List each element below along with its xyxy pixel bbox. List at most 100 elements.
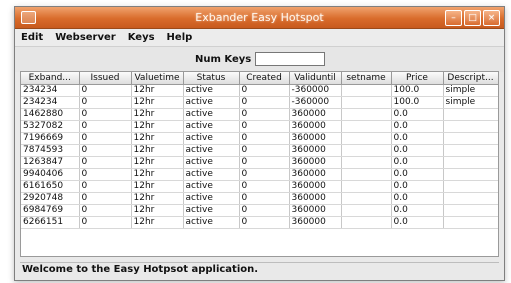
table-cell[interactable]: 0 xyxy=(239,132,290,145)
table-cell[interactable]: 0 xyxy=(239,180,290,193)
table-cell[interactable]: 6266151 xyxy=(21,216,80,229)
table-cell[interactable] xyxy=(341,108,392,121)
table-cell[interactable]: active xyxy=(183,204,240,217)
table-row[interactable]: 7196669 0 12hr active 0 360000 0.0 xyxy=(21,132,498,145)
table-row[interactable]: 6984769 0 12hr active 0 360000 0.0 xyxy=(21,204,498,217)
table-cell[interactable]: active xyxy=(183,180,240,193)
table-cell[interactable]: 0 xyxy=(239,108,290,121)
table-cell[interactable]: 12hr xyxy=(131,132,184,145)
table-cell[interactable]: active xyxy=(183,84,240,97)
table-cell[interactable]: 0 xyxy=(79,216,132,229)
table-cell[interactable]: active xyxy=(183,120,240,133)
table-cell[interactable]: 0 xyxy=(239,156,290,169)
table-cell[interactable]: 1263847 xyxy=(21,156,80,169)
table-cell[interactable]: active xyxy=(183,108,240,121)
table-cell[interactable] xyxy=(341,96,392,109)
table-cell[interactable]: 360000 xyxy=(289,108,342,121)
table-cell[interactable]: active xyxy=(183,192,240,205)
table-cell[interactable]: simple xyxy=(443,84,498,97)
table-cell[interactable]: 0.0 xyxy=(391,120,444,133)
table-cell[interactable]: 0 xyxy=(239,192,290,205)
table-cell[interactable] xyxy=(443,132,498,145)
column-header[interactable]: Issued xyxy=(79,72,132,85)
table-cell[interactable]: 0 xyxy=(239,168,290,181)
column-header[interactable]: Validuntil xyxy=(289,72,342,85)
table-cell[interactable]: 12hr xyxy=(131,192,184,205)
table-cell[interactable]: 0 xyxy=(79,180,132,193)
table-row[interactable]: 9940406 0 12hr active 0 360000 0.0 xyxy=(21,168,498,181)
table-cell[interactable]: 7874593 xyxy=(21,144,80,157)
table-cell[interactable]: 0 xyxy=(79,132,132,145)
menu-help[interactable]: Help xyxy=(167,32,193,43)
table-cell[interactable]: 9940406 xyxy=(21,168,80,181)
table-cell[interactable]: 6161650 xyxy=(21,180,80,193)
menu-keys[interactable]: Keys xyxy=(128,32,155,43)
table-cell[interactable]: -360000 xyxy=(289,84,342,97)
table-row[interactable]: 7874593 0 12hr active 0 360000 0.0 xyxy=(21,144,498,157)
table-cell[interactable]: 360000 xyxy=(289,180,342,193)
table-cell[interactable]: 12hr xyxy=(131,96,184,109)
table-row[interactable]: 5327082 0 12hr active 0 360000 0.0 xyxy=(21,120,498,133)
table-cell[interactable]: 0 xyxy=(239,120,290,133)
table-cell[interactable] xyxy=(341,192,392,205)
table-cell[interactable]: 0 xyxy=(239,204,290,217)
table-cell[interactable]: 234234 xyxy=(21,96,80,109)
table-cell[interactable]: 0 xyxy=(79,120,132,133)
close-icon[interactable]: × xyxy=(483,10,500,26)
table-cell[interactable]: 0 xyxy=(79,84,132,97)
table-row[interactable]: 6266151 0 12hr active 0 360000 0.0 xyxy=(21,216,498,229)
table-cell[interactable]: 12hr xyxy=(131,108,184,121)
table-cell[interactable]: 0.0 xyxy=(391,192,444,205)
table-cell[interactable]: 0.0 xyxy=(391,168,444,181)
table-cell[interactable] xyxy=(341,156,392,169)
table-cell[interactable]: 360000 xyxy=(289,216,342,229)
table-row[interactable]: 2920748 0 12hr active 0 360000 0.0 xyxy=(21,192,498,205)
table-cell[interactable]: 0 xyxy=(239,96,290,109)
table-cell[interactable]: 0.0 xyxy=(391,144,444,157)
table-cell[interactable] xyxy=(341,120,392,133)
table-row[interactable]: 234234 0 12hr active 0 -360000 100.0 simple xyxy=(21,96,498,109)
table-cell[interactable] xyxy=(443,204,498,217)
table-cell[interactable] xyxy=(443,108,498,121)
table-cell[interactable]: 0.0 xyxy=(391,216,444,229)
table-cell[interactable] xyxy=(443,216,498,229)
table-cell[interactable] xyxy=(443,180,498,193)
column-header[interactable]: setname xyxy=(341,72,392,85)
table-cell[interactable] xyxy=(341,216,392,229)
num-keys-input[interactable] xyxy=(255,52,326,66)
table-cell[interactable]: 5327082 xyxy=(21,120,80,133)
table-cell[interactable]: 2920748 xyxy=(21,192,80,205)
table-cell[interactable] xyxy=(341,204,392,217)
column-header[interactable]: Valuetime xyxy=(131,72,184,85)
table-cell[interactable]: 12hr xyxy=(131,180,184,193)
table-cell[interactable]: active xyxy=(183,168,240,181)
title-bar[interactable]: Exbander Easy Hotspot – □ × xyxy=(15,7,504,29)
table-row[interactable]: 1462880 0 12hr active 0 360000 0.0 xyxy=(21,108,498,121)
table-cell[interactable] xyxy=(341,168,392,181)
table-cell[interactable]: 12hr xyxy=(131,84,184,97)
table-cell[interactable]: 234234 xyxy=(21,84,80,97)
table-cell[interactable] xyxy=(443,144,498,157)
table-cell[interactable] xyxy=(443,120,498,133)
window-menu-icon[interactable] xyxy=(21,11,36,24)
table-cell[interactable]: 0 xyxy=(79,204,132,217)
table-cell[interactable] xyxy=(443,168,498,181)
table-cell[interactable]: 0 xyxy=(239,216,290,229)
table-cell[interactable]: 0.0 xyxy=(391,108,444,121)
table-cell[interactable]: 360000 xyxy=(289,156,342,169)
table-cell[interactable]: 7196669 xyxy=(21,132,80,145)
table-cell[interactable]: 12hr xyxy=(131,120,184,133)
column-header[interactable]: Status xyxy=(183,72,240,85)
table-cell[interactable]: -360000 xyxy=(289,96,342,109)
table-cell[interactable]: 1462880 xyxy=(21,108,80,121)
table-cell[interactable]: 0.0 xyxy=(391,180,444,193)
maximize-icon[interactable]: □ xyxy=(464,10,481,26)
table-cell[interactable] xyxy=(443,192,498,205)
table-cell[interactable]: 0 xyxy=(79,168,132,181)
table-cell[interactable] xyxy=(341,132,392,145)
table-cell[interactable]: 0 xyxy=(79,144,132,157)
table-cell[interactable]: 12hr xyxy=(131,144,184,157)
table-cell[interactable]: 100.0 xyxy=(391,96,444,109)
table-row[interactable]: 6161650 0 12hr active 0 360000 0.0 xyxy=(21,180,498,193)
table-cell[interactable]: active xyxy=(183,156,240,169)
